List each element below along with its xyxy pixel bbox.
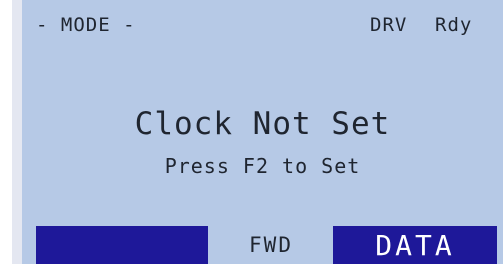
display-bezel	[12, 0, 22, 264]
drive-indicator: DRV	[370, 14, 408, 36]
softkey-f1[interactable]	[36, 226, 208, 264]
clock-not-set-message: Clock Not Set	[134, 106, 391, 142]
softkey-data[interactable]: DATA	[333, 226, 497, 264]
device-display-frame: - MODE - DRV Rdy Clock Not Set Press F2 …	[0, 0, 503, 264]
softkey-fwd[interactable]: FWD	[217, 226, 325, 264]
mode-indicator: - MODE -	[36, 14, 136, 36]
set-clock-hint: Press F2 to Set	[164, 154, 361, 178]
lcd-screen: - MODE - DRV Rdy Clock Not Set Press F2 …	[22, 0, 503, 264]
ready-status: Rdy	[435, 14, 473, 36]
